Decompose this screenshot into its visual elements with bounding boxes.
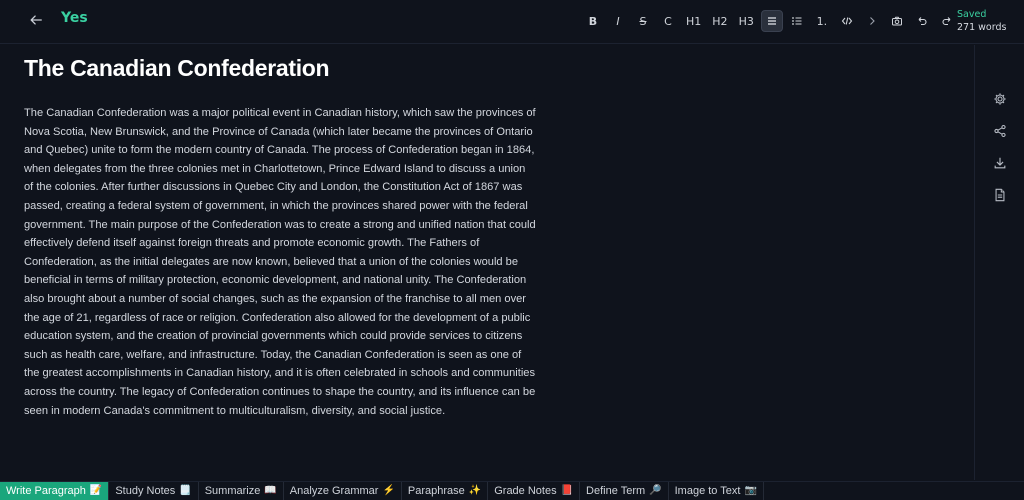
camera-icon: [891, 16, 902, 26]
h2-button[interactable]: H2: [708, 10, 731, 32]
document-icon[interactable]: [993, 187, 1007, 202]
chevron-right-icon: [869, 17, 875, 25]
magnifier-icon: 🔎: [649, 485, 662, 496]
code-icon: [841, 17, 853, 25]
tab-define-term[interactable]: Define Term 🔎: [580, 481, 669, 500]
tab-study-notes[interactable]: Study Notes 🗒️: [109, 481, 199, 500]
strike-button[interactable]: S: [632, 10, 654, 32]
arrow-left-icon[interactable]: [26, 10, 46, 30]
tab-label: Summarize: [204, 484, 261, 497]
redo-button[interactable]: [936, 10, 958, 32]
code-block-button[interactable]: [836, 10, 858, 32]
bullet-list-icon: [791, 17, 802, 25]
document-body[interactable]: The Canadian Confederation was a major p…: [24, 104, 536, 420]
document-title[interactable]: The Canadian Confederation: [24, 55, 330, 82]
redo-icon: [942, 17, 951, 26]
h1-button[interactable]: H1: [682, 10, 705, 32]
bullet-list-button[interactable]: [786, 10, 808, 32]
formatting-toolbar: B I S C H1 H2 H3 1.: [582, 9, 961, 33]
ordered-list-button[interactable]: 1.: [811, 10, 833, 32]
document-name[interactable]: Yes: [61, 10, 88, 26]
bottom-tab-bar: Write Paragraph 📝 Study Notes 🗒️ Summarize…: [0, 481, 1024, 500]
right-sidebar: [976, 45, 1024, 480]
sparkles-icon: ✨: [468, 485, 482, 496]
camera-button[interactable]: [886, 10, 908, 32]
tab-label: Write Paragraph: [6, 484, 86, 497]
notepad-icon: 🗒️: [179, 485, 192, 496]
editor-area[interactable]: The Canadian Confederation The Canadian …: [0, 45, 975, 480]
tab-label: Define Term: [586, 484, 646, 497]
red-book-icon: 📕: [560, 485, 574, 496]
save-status: Saved 271 words: [957, 8, 1006, 34]
tab-label: Study Notes: [115, 484, 176, 497]
tab-image-to-text[interactable]: Image to Text 📷: [669, 481, 764, 500]
paragraph-align-button[interactable]: [760, 10, 783, 32]
download-icon[interactable]: [993, 155, 1007, 169]
undo-icon: [918, 17, 927, 26]
bold-button[interactable]: B: [582, 10, 604, 32]
tab-label: Analyze Grammar: [289, 484, 379, 497]
camera-icon: 📷: [744, 485, 757, 496]
code-inline-button[interactable]: C: [657, 10, 679, 32]
memo-icon: 📝: [89, 485, 103, 496]
italic-button[interactable]: I: [607, 10, 629, 32]
undo-button[interactable]: [911, 10, 933, 32]
tab-label: Paraphrase: [407, 484, 465, 497]
tab-label: Grade Notes: [494, 484, 557, 497]
saved-label: Saved: [957, 9, 987, 20]
lightning-icon: ⚡: [382, 485, 395, 496]
tab-label: Image to Text: [674, 484, 741, 497]
tab-grade-notes[interactable]: Grade Notes 📕: [488, 481, 581, 500]
word-count: 271 words: [957, 22, 1007, 33]
tab-analyze-grammar[interactable]: Analyze Grammar ⚡: [284, 481, 402, 500]
more-button[interactable]: [861, 10, 883, 32]
share-icon[interactable]: [993, 123, 1007, 138]
top-bar: Yes B I S C H1 H2 H3 1. Saved 271 words: [0, 0, 1024, 44]
gear-icon[interactable]: [993, 91, 1007, 105]
tab-paraphrase[interactable]: Paraphrase ✨: [402, 481, 489, 500]
book-icon: 📖: [264, 485, 277, 496]
h3-button[interactable]: H3: [735, 10, 758, 32]
tab-write-paragraph[interactable]: Write Paragraph 📝: [0, 481, 110, 500]
align-icon: [767, 17, 776, 25]
tab-summarize[interactable]: Summarize 📖: [199, 481, 284, 500]
